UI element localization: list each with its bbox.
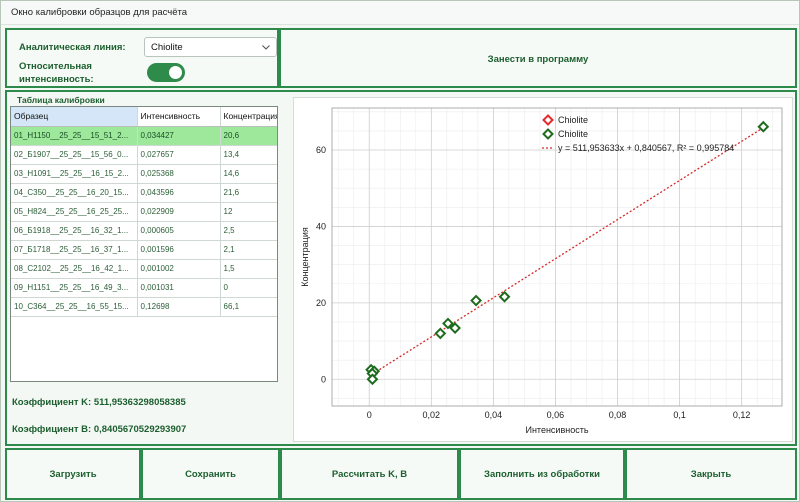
- coefficient-b: Коэффициент B: 0,8405670529293907: [12, 424, 187, 435]
- cell-sample[interactable]: 05_Н824__25_25__16_25_25...: [11, 202, 138, 222]
- cell-sample[interactable]: 10_С364__25_25__16_55_15...: [11, 297, 138, 317]
- relative-intensity-label: Относительная интенсивность:: [19, 61, 94, 85]
- column-header-concentration[interactable]: Концентрация: [220, 107, 277, 127]
- cell-concentration[interactable]: 1,5: [220, 259, 277, 279]
- cell-concentration[interactable]: 13,4: [220, 145, 277, 165]
- x-tick-label: 0,06: [547, 410, 565, 420]
- x-tick-label: 0: [367, 410, 372, 420]
- cell-concentration[interactable]: 2,1: [220, 240, 277, 260]
- cell-intensity[interactable]: 0,027657: [137, 145, 221, 165]
- calibration-table[interactable]: Образец Интенсивность Концентрация 01_Н1…: [10, 106, 278, 382]
- x-tick-label: 0,08: [609, 410, 627, 420]
- cell-intensity[interactable]: 0,025368: [137, 164, 221, 184]
- y-tick-label: 20: [316, 298, 326, 308]
- cell-sample[interactable]: 04_С350__25_25__16_20_15...: [11, 183, 138, 203]
- x-axis-label: Интенсивность: [525, 425, 588, 435]
- cell-sample[interactable]: 07_Б1718__25_25__16_37_1...: [11, 240, 138, 260]
- cell-concentration[interactable]: 20,6: [220, 126, 277, 146]
- table-row[interactable]: 04_С350__25_25__16_20_15... 0,043596 21,6: [11, 183, 277, 203]
- table-row[interactable]: 06_Б1918__25_25__16_32_1... 0,000605 2,5: [11, 221, 277, 241]
- cell-sample[interactable]: 03_Н1091__25_25__16_15_2...: [11, 164, 138, 184]
- cell-concentration[interactable]: 2,5: [220, 221, 277, 241]
- relative-intensity-toggle[interactable]: [147, 63, 185, 82]
- legend-label: Chiolite: [558, 115, 588, 125]
- column-header-intensity[interactable]: Интенсивность: [137, 107, 221, 127]
- cell-concentration[interactable]: 0: [220, 278, 277, 298]
- data-point: [434, 327, 447, 340]
- cell-intensity[interactable]: 0,001031: [137, 278, 221, 298]
- analytical-line-value: Chiolite: [151, 42, 183, 53]
- cell-concentration[interactable]: 66,1: [220, 297, 277, 317]
- y-tick-label: 0: [321, 374, 326, 384]
- table-row[interactable]: 02_Б1907__25_25__15_56_0... 0,027657 13,4: [11, 145, 277, 165]
- analytical-line-label: Аналитическая линия:: [19, 42, 126, 53]
- save-button[interactable]: Сохранить: [141, 448, 280, 500]
- table-row[interactable]: 03_Н1091__25_25__16_15_2... 0,025368 14,6: [11, 164, 277, 184]
- calibration-chart: 0 0,02 0,04 0,06 0,08 0,1 0,12 0 20 40 60 Интенсивн…: [293, 97, 793, 442]
- chart-canvas: 0 0,02 0,04 0,06 0,08 0,1 0,12 0 20 40 60 Интенсивн…: [300, 107, 783, 435]
- table-row[interactable]: 07_Б1718__25_25__16_37_1... 0,001596 2,1: [11, 240, 277, 260]
- y-tick-label: 60: [316, 145, 326, 155]
- legend-label: Chiolite: [558, 129, 588, 139]
- cell-sample[interactable]: 08_С2102__25_25__16_42_1...: [11, 259, 138, 279]
- coefficient-k: Коэффициент K: 511,95363298058385: [12, 397, 186, 408]
- table-row[interactable]: 10_С364__25_25__16_55_15... 0,12698 66,1: [11, 297, 277, 317]
- y-axis-label: Концентрация: [300, 227, 310, 287]
- cell-intensity[interactable]: 0,022909: [137, 202, 221, 222]
- table-header-row: Образец Интенсивность Концентрация: [11, 107, 277, 127]
- legend-marker: [542, 114, 554, 126]
- x-tick-label: 0,12: [733, 410, 751, 420]
- y-tick-label: 40: [316, 221, 326, 231]
- fill-from-processing-button[interactable]: Заполнить из обработки: [459, 448, 625, 500]
- window-title: Окно калибровки образцов для расчёта: [11, 7, 188, 18]
- table-row[interactable]: 09_Н1151__25_25__16_49_3... 0,001031 0: [11, 278, 277, 298]
- chevron-down-icon: [262, 45, 270, 50]
- cell-sample[interactable]: 06_Б1918__25_25__16_32_1...: [11, 221, 138, 241]
- x-tick-label: 0,1: [673, 410, 686, 420]
- cell-concentration[interactable]: 14,6: [220, 164, 277, 184]
- trendline: [368, 127, 764, 377]
- table-row[interactable]: 05_Н824__25_25__16_25_25... 0,022909 12: [11, 202, 277, 222]
- config-panel: Аналитическая линия: Относительная интен…: [5, 28, 279, 88]
- title-bar[interactable]: Окно калибровки образцов для расчёта: [1, 1, 799, 25]
- calibration-window: Окно калибровки образцов для расчёта Ана…: [0, 0, 800, 502]
- data-point: [470, 294, 482, 307]
- legend-trendline-label: y = 511,953633x + 0,840567, R² = 0,99578…: [558, 143, 734, 153]
- calibration-table-caption: Таблица калибровки: [17, 95, 105, 105]
- cell-sample[interactable]: 02_Б1907__25_25__15_56_0...: [11, 145, 138, 165]
- data-point: [498, 290, 511, 303]
- cell-concentration[interactable]: 21,6: [220, 183, 277, 203]
- export-to-program-button[interactable]: Занести в программу: [279, 28, 797, 88]
- cell-sample[interactable]: 09_Н1151__25_25__16_49_3...: [11, 278, 138, 298]
- cell-concentration[interactable]: 12: [220, 202, 277, 222]
- toggle-knob: [169, 66, 182, 79]
- x-tick-label: 0,02: [423, 410, 441, 420]
- cell-sample[interactable]: 01_Н1150__25_25__15_51_2...: [11, 126, 138, 146]
- calibration-panel: Таблица калибровки Образец Интенсивность…: [5, 90, 797, 446]
- calculate-kb-button[interactable]: Рассчитать K, B: [280, 448, 459, 500]
- column-header-sample[interactable]: Образец: [11, 107, 138, 127]
- cell-intensity[interactable]: 0,043596: [137, 183, 221, 203]
- x-tick-label: 0,04: [485, 410, 503, 420]
- cell-intensity[interactable]: 0,000605: [137, 221, 221, 241]
- cell-intensity[interactable]: 0,001596: [137, 240, 221, 260]
- analytical-line-select[interactable]: Chiolite: [144, 37, 277, 57]
- table-row[interactable]: 08_С2102__25_25__16_42_1... 0,001002 1,5: [11, 259, 277, 279]
- load-button[interactable]: Загрузить: [5, 448, 141, 500]
- close-button[interactable]: Закрыть: [625, 448, 797, 500]
- cell-intensity[interactable]: 0,12698: [137, 297, 221, 317]
- table-row[interactable]: 01_Н1150__25_25__15_51_2... 0,034427 20,6: [11, 126, 277, 146]
- cell-intensity[interactable]: 0,001002: [137, 259, 221, 279]
- cell-intensity[interactable]: 0,034427: [137, 126, 221, 146]
